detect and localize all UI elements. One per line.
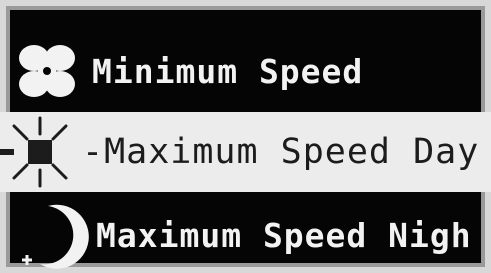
menu-item-maximum-speed-night[interactable]: Maximum Speed Nigh <box>0 198 491 273</box>
moon-icon <box>10 198 90 273</box>
lcd-screen: Minimum Speed -Maximum Speed Day Maximum… <box>0 0 491 273</box>
menu-item-label: Minimum Speed <box>92 51 364 91</box>
menu-item-minimum-speed[interactable]: Minimum Speed <box>0 36 491 106</box>
sun-icon <box>0 112 82 192</box>
menu-item-label: Maximum Speed Nigh <box>96 216 472 255</box>
fan-icon <box>8 36 86 106</box>
menu-item-label: -Maximum Speed Day <box>82 132 480 172</box>
menu-item-maximum-speed-day[interactable]: -Maximum Speed Day <box>0 112 491 192</box>
